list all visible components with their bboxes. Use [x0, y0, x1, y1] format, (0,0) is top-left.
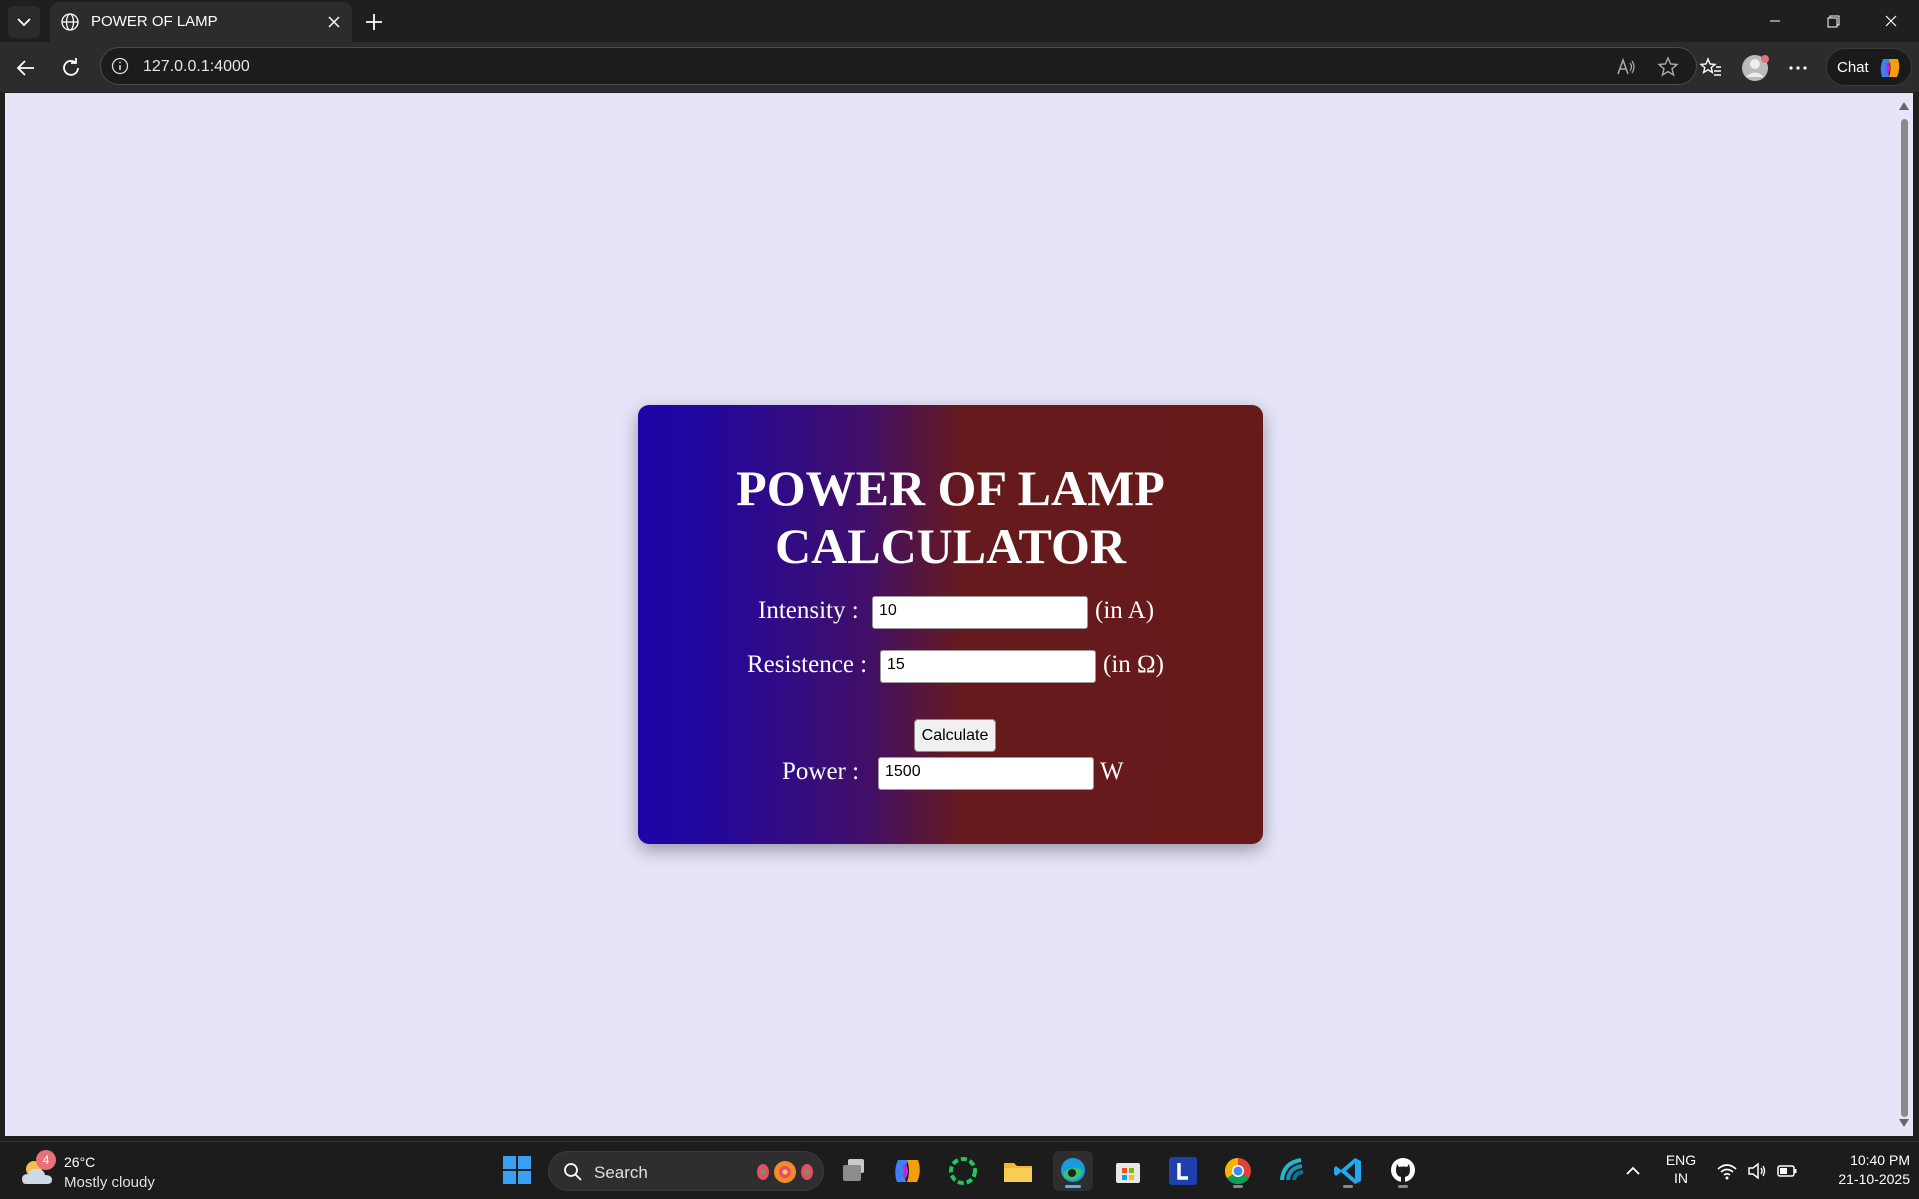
tab-title: POWER OF LAMP — [91, 13, 218, 30]
page-viewport: POWER OF LAMP CALCULATOR Intensity : 10 … — [5, 93, 1895, 1136]
chevron-down-icon — [17, 18, 31, 27]
language-indicator[interactable]: ENG IN — [1662, 1151, 1700, 1187]
wifi-icon — [1717, 1164, 1737, 1180]
url-text[interactable]: 127.0.0.1:4000 — [143, 58, 250, 76]
intensity-unit: (in A) — [1095, 597, 1155, 624]
star-icon[interactable] — [1656, 55, 1680, 79]
restore-button[interactable] — [1805, 2, 1861, 40]
resistance-label: Resistence : — [747, 651, 868, 678]
close-icon[interactable] — [324, 12, 344, 32]
volume-icon — [1748, 1162, 1766, 1180]
avatar-icon — [1742, 55, 1769, 81]
github-app[interactable] — [1383, 1151, 1423, 1191]
minimize-button[interactable] — [1747, 2, 1803, 40]
taskview-icon — [843, 1159, 864, 1181]
running-indicator — [1398, 1185, 1408, 1188]
calculator-title: POWER OF LAMP CALCULATOR — [638, 459, 1263, 575]
letter-l-app-icon — [1169, 1157, 1197, 1185]
weather-widget[interactable]: 4 26°C Mostly cloudy — [20, 1150, 180, 1194]
clock-time: 10:40 PM — [1850, 1152, 1910, 1168]
favorites-button[interactable] — [1695, 52, 1727, 84]
power-unit: W — [1100, 758, 1124, 785]
loading-ring-icon — [949, 1157, 977, 1185]
notification-badge: 4 — [36, 1150, 56, 1170]
resistance-input[interactable]: 15 — [880, 650, 1096, 683]
scroll-up-icon[interactable] — [1899, 102, 1909, 110]
weather-description: Mostly cloudy — [64, 1174, 155, 1191]
more-icon — [1789, 66, 1807, 70]
edge-app[interactable] — [1053, 1151, 1093, 1191]
close-icon — [1885, 15, 1897, 27]
file-explorer-app[interactable] — [998, 1151, 1038, 1191]
title-line-2: CALCULATOR — [775, 518, 1126, 574]
weather-temperature: 26°C — [64, 1154, 96, 1170]
taskbar: 4 26°C Mostly cloudy Search ENG IN 10:40… — [0, 1141, 1919, 1199]
copilot-app[interactable] — [888, 1151, 928, 1191]
favorites-icon — [1699, 57, 1721, 76]
resistance-unit: (in Ω) — [1103, 651, 1164, 678]
copilot-chat-button[interactable]: Chat — [1826, 48, 1912, 86]
copilot-icon — [1880, 59, 1900, 77]
chat-label: Chat — [1837, 59, 1869, 76]
power-label: Power : — [782, 758, 860, 785]
store-app[interactable] — [1108, 1151, 1148, 1191]
wave-app-icon — [1280, 1158, 1304, 1181]
vscode-app[interactable] — [1328, 1151, 1368, 1191]
region-code: IN — [1674, 1170, 1688, 1186]
more-options-button[interactable] — [1782, 52, 1814, 84]
active-indicator — [1065, 1185, 1081, 1188]
clock[interactable]: 10:40 PM 21-10-2025 — [1810, 1151, 1910, 1189]
clock-date: 21-10-2025 — [1838, 1171, 1910, 1187]
globe-icon — [61, 13, 79, 31]
power-output[interactable]: 1500 — [878, 757, 1094, 790]
diwali-decoration-icon — [757, 1161, 813, 1183]
scroll-down-icon[interactable] — [1899, 1119, 1909, 1127]
start-button[interactable] — [500, 1153, 534, 1187]
plus-icon — [366, 14, 382, 30]
calculator-card: POWER OF LAMP CALCULATOR Intensity : 10 … — [638, 405, 1263, 844]
calculate-button[interactable]: Calculate — [914, 719, 996, 752]
browser-toolbar: 127.0.0.1:4000 Chat — [0, 42, 1919, 92]
arrow-left-icon — [16, 60, 34, 76]
close-window-button[interactable] — [1863, 2, 1919, 40]
vertical-scrollbar[interactable] — [1895, 93, 1913, 1136]
running-indicator — [1343, 1185, 1353, 1188]
copilot-icon — [895, 1160, 920, 1182]
app-wave[interactable] — [1273, 1151, 1313, 1191]
minimize-icon — [1770, 20, 1780, 22]
back-button[interactable] — [10, 52, 42, 84]
chrome-app[interactable] — [1218, 1151, 1258, 1191]
language-code: ENG — [1665, 1152, 1697, 1168]
windows-icon — [503, 1156, 531, 1184]
search-icon — [564, 1163, 582, 1181]
restore-icon — [1827, 15, 1840, 28]
reload-icon — [63, 58, 79, 76]
browser-titlebar: POWER OF LAMP — [0, 0, 1919, 42]
store-icon — [1116, 1163, 1140, 1183]
taskbar-search[interactable]: Search — [548, 1151, 824, 1191]
read-aloud-icon[interactable] — [1614, 55, 1638, 79]
running-indicator — [1233, 1185, 1243, 1188]
battery-icon — [1777, 1165, 1797, 1177]
new-tab-button[interactable] — [358, 6, 390, 38]
scrollbar-thumb[interactable] — [1901, 119, 1908, 1117]
intensity-input[interactable]: 10 — [872, 596, 1088, 629]
app-circle[interactable] — [943, 1151, 983, 1191]
browser-tab[interactable]: POWER OF LAMP — [50, 2, 352, 42]
system-tray-icons[interactable] — [1715, 1159, 1805, 1183]
chevron-up-icon[interactable] — [1620, 1159, 1646, 1183]
address-bar[interactable]: 127.0.0.1:4000 — [100, 47, 1697, 85]
tab-actions-menu-button[interactable] — [8, 6, 40, 38]
search-label: Search — [594, 1163, 648, 1182]
info-icon[interactable] — [111, 57, 129, 75]
taskview-button[interactable] — [835, 1151, 875, 1191]
folder-icon — [1004, 1163, 1032, 1182]
app-l[interactable] — [1163, 1151, 1203, 1191]
reload-button[interactable] — [55, 52, 87, 84]
profile-button[interactable] — [1738, 51, 1772, 85]
title-line-1: POWER OF LAMP — [736, 460, 1165, 516]
intensity-label: Intensity : — [758, 597, 859, 624]
